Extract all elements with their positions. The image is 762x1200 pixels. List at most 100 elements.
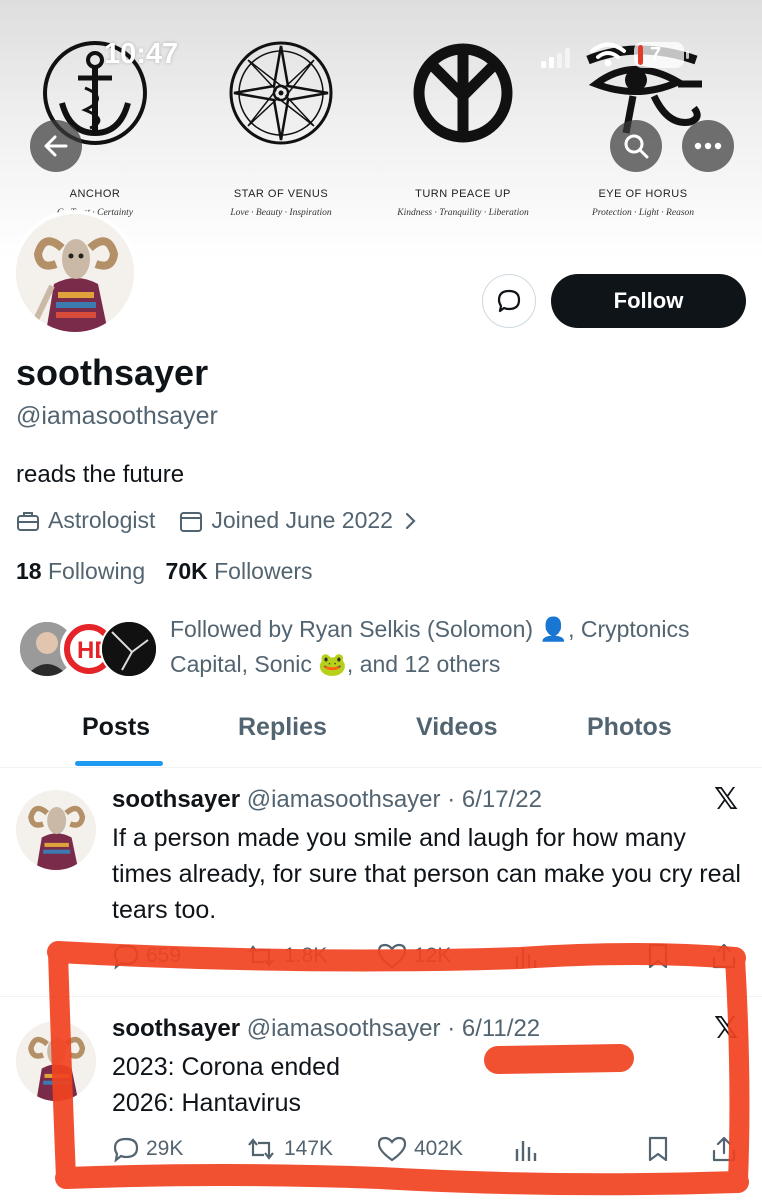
x-logo-icon: 𝕏 (714, 1012, 739, 1045)
repost-count: 147K (284, 1137, 334, 1160)
back-button[interactable] (30, 120, 82, 172)
post-author-name[interactable]: soothsayer (112, 786, 240, 813)
share-button[interactable] (710, 942, 744, 970)
tab-replies[interactable]: Replies (238, 713, 327, 742)
like-button[interactable]: 12K (376, 942, 451, 970)
bar-chart-icon (515, 1141, 537, 1161)
more-options-button[interactable] (682, 120, 734, 172)
profile-joined-date[interactable]: Joined June 2022 (211, 507, 393, 534)
calendar-icon (180, 511, 203, 532)
post-text: If a person made you smile and laugh for… (112, 824, 741, 924)
post-header: soothsayer @iamasoothsayer · 6/17/22 (112, 786, 542, 814)
reply-button[interactable]: 659 (112, 942, 181, 970)
banner-symbol-title: ANCHOR (69, 188, 121, 200)
profile-category: Astrologist (48, 507, 156, 533)
like-count: 402K (414, 1137, 464, 1160)
cellular-signal-icon (541, 48, 570, 68)
repost-button[interactable]: 147K (244, 1135, 333, 1163)
ram-character-avatar-icon (16, 790, 96, 870)
banner-symbol-subtitle: Protection · Light · Reason (591, 208, 695, 218)
repost-icon (248, 1138, 274, 1160)
share-button[interactable] (710, 1135, 744, 1163)
profile-avatar[interactable] (12, 210, 138, 336)
post-item[interactable]: soothsayer @iamasoothsayer · 6/17/22 𝕏 I… (0, 768, 762, 996)
following-link[interactable]: 18 Following (16, 558, 145, 584)
bookmark-button[interactable] (646, 942, 676, 970)
reply-count: 29K (146, 1137, 184, 1160)
post-text-line: 2023: Corona ended (112, 1053, 340, 1081)
ram-character-avatar-icon (16, 214, 134, 332)
profile-meta: Astrologist Joined June 2022 (16, 507, 427, 534)
repost-icon (248, 945, 274, 967)
banner-symbol-title: EYE OF HORUS (598, 188, 688, 200)
tab-photos[interactable]: Photos (587, 713, 672, 742)
tab-videos[interactable]: Videos (416, 713, 498, 742)
bookmark-icon (648, 1136, 668, 1162)
banner-symbol-star-of-venus: STAR OF VENUS Love · Beauty · Inspiratio… (186, 41, 376, 230)
share-icon (712, 943, 736, 969)
banner-symbol-title: TURN PEACE UP (415, 188, 511, 200)
post-item[interactable]: soothsayer @iamasoothsayer · 6/11/22 𝕏 2… (0, 997, 762, 1197)
banner-symbol-subtitle: Love · Beauty · Inspiration (230, 208, 332, 218)
views-button[interactable] (512, 942, 546, 970)
followers-label: Followers (214, 558, 313, 584)
banner-symbol-title: STAR OF VENUS (233, 188, 329, 200)
post-text: 2023: Corona ended 2026: Hantavirus (112, 1049, 752, 1121)
reply-button[interactable]: 29K (112, 1135, 183, 1163)
battery-percent: 7 (650, 44, 662, 66)
views-button[interactable] (512, 1135, 546, 1163)
post-author-handle[interactable]: @iamasoothsayer (247, 786, 441, 813)
like-count: 12K (414, 944, 452, 967)
ram-character-avatar-icon (16, 1021, 96, 1101)
banner-symbol-anchor: ANCHOR C · Trust · Certainty (0, 41, 190, 230)
following-count: 18 (16, 558, 42, 584)
post-avatar[interactable] (16, 1021, 96, 1101)
search-icon (624, 134, 649, 159)
post-text-line: 2026: Hantavirus (112, 1089, 302, 1117)
more-horizontal-icon (694, 142, 722, 150)
like-button[interactable]: 402K (376, 1135, 463, 1163)
share-icon (712, 1136, 736, 1162)
followers-count: 70K (165, 558, 208, 584)
x-logo-icon: 𝕏 (714, 783, 739, 816)
banner-symbol-subtitle: Kindness · Tranquility · Liberation (397, 208, 529, 218)
wifi-icon (590, 42, 626, 67)
reply-icon (113, 944, 139, 970)
message-button[interactable] (482, 274, 536, 328)
message-bubble-icon (497, 289, 521, 313)
heart-icon (377, 943, 407, 969)
tab-posts[interactable]: Posts (82, 713, 150, 742)
post-date[interactable]: · 6/17/22 (447, 786, 542, 813)
arrow-left-icon (44, 135, 68, 157)
post-date[interactable]: · 6/11/22 (447, 1015, 540, 1042)
post-header: soothsayer @iamasoothsayer · 6/11/22 (112, 1015, 540, 1043)
mutual-followers-avatars[interactable]: HD (18, 620, 158, 680)
bar-chart-icon (515, 948, 537, 968)
post-avatar[interactable] (16, 790, 96, 870)
repost-button[interactable]: 1.8K (244, 942, 327, 970)
search-button[interactable] (610, 120, 662, 172)
banner-symbol-turn-peace-up: TURN PEACE UP Kindness · Tranquility · L… (368, 43, 558, 230)
battery-level-icon (638, 45, 643, 65)
followers-link[interactable]: 70K Followers (166, 558, 313, 584)
briefcase-icon (17, 511, 39, 531)
followed-by-text[interactable]: Followed by Ryan Selkis (Solomon) 👤, Cry… (170, 612, 750, 682)
mutual-avatar-3 (100, 620, 158, 678)
post-author-name[interactable]: soothsayer (112, 1015, 240, 1042)
profile-banner[interactable]: ANCHOR C · Trust · Certainty STAR OF VEN… (0, 0, 762, 258)
reply-icon (113, 1137, 139, 1163)
profile-handle: @iamasoothsayer (16, 402, 218, 430)
post-actions: 659 1.8K 12K (112, 942, 748, 972)
profile-display-name: soothsayer (16, 352, 209, 393)
chevron-right-icon[interactable] (403, 512, 419, 530)
follow-button[interactable]: Follow (551, 274, 746, 328)
follow-counts: 18 Following 70K Followers (16, 558, 313, 585)
active-tab-indicator (75, 761, 163, 766)
post-actions: 29K 147K 402K (112, 1135, 748, 1165)
following-label: Following (47, 558, 146, 584)
status-bar: 10:47 7 (0, 0, 762, 80)
bookmark-button[interactable] (646, 1135, 676, 1163)
bookmark-icon (648, 943, 668, 969)
status-time: 10:47 (104, 38, 179, 70)
post-author-handle[interactable]: @iamasoothsayer (247, 1015, 441, 1042)
